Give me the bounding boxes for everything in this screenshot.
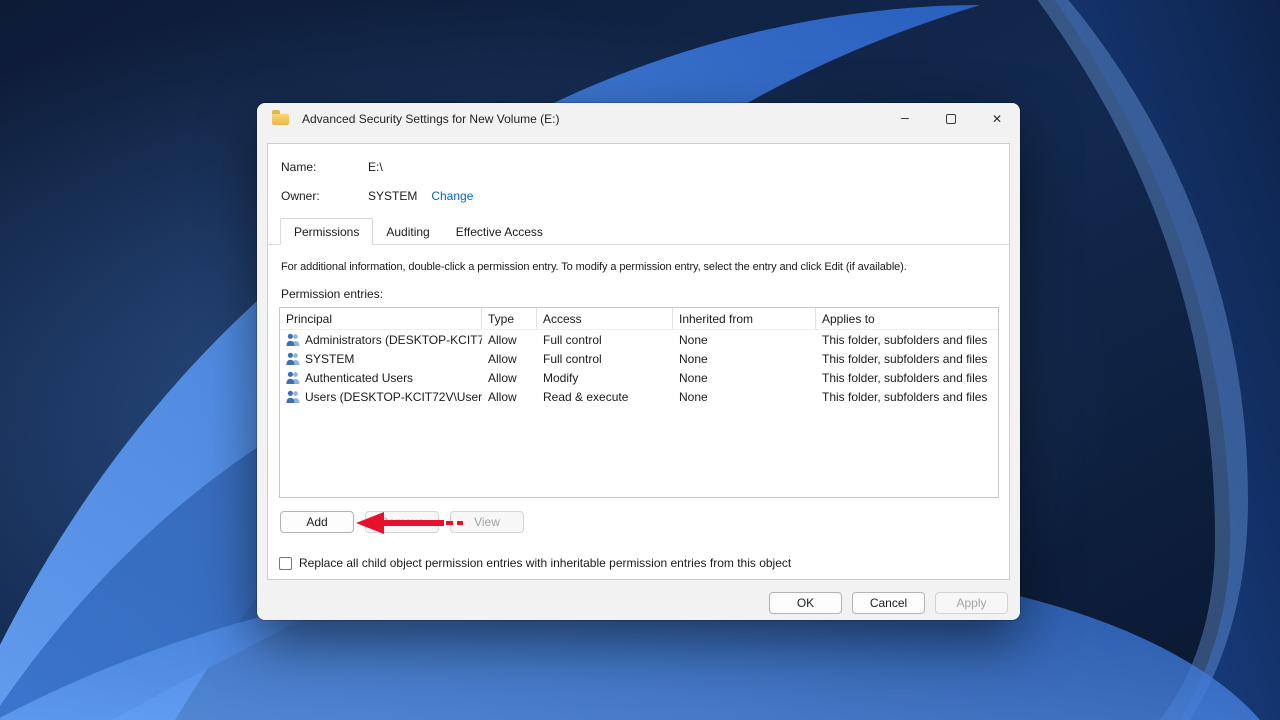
close-icon: ✕ <box>992 112 1002 126</box>
users-group-icon <box>286 333 300 346</box>
cell-access: Full control <box>537 352 673 366</box>
dialog-footer-buttons: OK Cancel Apply <box>769 592 1008 614</box>
tab-effective-access[interactable]: Effective Access <box>443 219 556 244</box>
add-button[interactable]: Add <box>280 511 354 533</box>
tab-permissions[interactable]: Permissions <box>280 218 373 245</box>
column-header-access[interactable]: Access <box>537 308 673 329</box>
cell-principal: Authenticated Users <box>305 371 413 385</box>
users-group-icon <box>286 390 300 403</box>
ok-button[interactable]: OK <box>769 592 842 614</box>
cell-access: Full control <box>537 333 673 347</box>
name-label: Name: <box>281 160 368 174</box>
cell-access: Read & execute <box>537 390 673 404</box>
cell-principal: Users (DESKTOP-KCIT72V\Users) <box>305 390 482 404</box>
cell-applies-to: This folder, subfolders and files <box>816 352 998 366</box>
titlebar[interactable]: Advanced Security Settings for New Volum… <box>257 103 1020 135</box>
cell-type: Allow <box>482 390 537 404</box>
permission-entries-label: Permission entries: <box>281 287 383 301</box>
entry-action-buttons: Add Remove View <box>280 511 524 533</box>
column-header-applies-to[interactable]: Applies to <box>816 308 998 329</box>
cell-type: Allow <box>482 333 537 347</box>
window-controls: – ✕ <box>882 103 1020 135</box>
owner-label: Owner: <box>281 189 368 203</box>
cancel-button[interactable]: Cancel <box>852 592 925 614</box>
tab-bar: Permissions Auditing Effective Access <box>268 218 1009 245</box>
permission-entries-table: Principal Type Access Inherited from App… <box>279 307 999 498</box>
cell-applies-to: This folder, subfolders and files <box>816 333 998 347</box>
minimize-icon: – <box>901 110 909 124</box>
close-button[interactable]: ✕ <box>974 103 1020 135</box>
table-header: Principal Type Access Inherited from App… <box>280 308 998 330</box>
cell-access: Modify <box>537 371 673 385</box>
column-header-type[interactable]: Type <box>482 308 537 329</box>
minimize-button[interactable]: – <box>882 103 928 135</box>
remove-button[interactable]: Remove <box>365 511 439 533</box>
table-row[interactable]: SYSTEM Allow Full control None This fold… <box>280 349 998 368</box>
change-owner-link[interactable]: Change <box>431 189 473 203</box>
table-row[interactable]: Users (DESKTOP-KCIT72V\Users) Allow Read… <box>280 387 998 406</box>
view-button[interactable]: View <box>450 511 524 533</box>
column-header-principal[interactable]: Principal <box>280 308 482 329</box>
cell-principal: Administrators (DESKTOP-KCIT7... <box>305 333 482 347</box>
maximize-button[interactable] <box>928 103 974 135</box>
users-group-icon <box>286 371 300 384</box>
content-panel: Name: E:\ Owner: SYSTEM Change Permissio… <box>267 143 1010 580</box>
table-row[interactable]: Authenticated Users Allow Modify None Th… <box>280 368 998 387</box>
cell-applies-to: This folder, subfolders and files <box>816 390 998 404</box>
column-header-inherited-from[interactable]: Inherited from <box>673 308 816 329</box>
cell-inherited-from: None <box>673 352 816 366</box>
name-field-row: Name: E:\ <box>281 160 383 174</box>
tab-auditing[interactable]: Auditing <box>373 219 442 244</box>
replace-permissions-row: Replace all child object permission entr… <box>279 556 791 570</box>
users-group-icon <box>286 352 300 365</box>
cell-principal: SYSTEM <box>305 352 354 366</box>
cell-applies-to: This folder, subfolders and files <box>816 371 998 385</box>
name-value: E:\ <box>368 160 383 174</box>
advanced-security-settings-window: Advanced Security Settings for New Volum… <box>257 103 1020 620</box>
cell-type: Allow <box>482 371 537 385</box>
owner-value: SYSTEM <box>368 189 417 203</box>
apply-button[interactable]: Apply <box>935 592 1008 614</box>
permissions-info-text: For additional information, double-click… <box>281 261 1006 273</box>
cell-inherited-from: None <box>673 333 816 347</box>
replace-permissions-checkbox[interactable] <box>279 557 292 570</box>
table-row[interactable]: Administrators (DESKTOP-KCIT7... Allow F… <box>280 330 998 349</box>
maximize-icon <box>946 114 956 124</box>
cell-inherited-from: None <box>673 390 816 404</box>
replace-permissions-label[interactable]: Replace all child object permission entr… <box>299 556 791 570</box>
window-title: Advanced Security Settings for New Volum… <box>302 112 559 126</box>
cell-inherited-from: None <box>673 371 816 385</box>
cell-type: Allow <box>482 352 537 366</box>
owner-field-row: Owner: SYSTEM Change <box>281 189 473 203</box>
folder-icon <box>272 113 289 125</box>
